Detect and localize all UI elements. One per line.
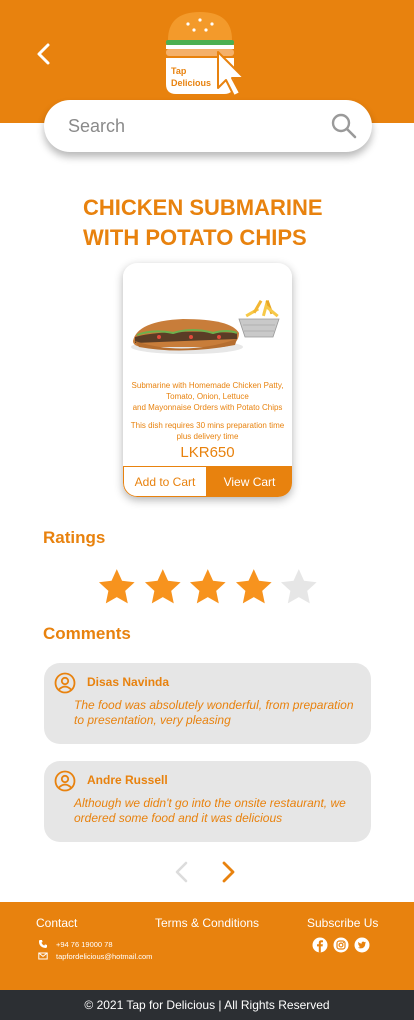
view-cart-button[interactable]: View Cart: [207, 466, 292, 497]
star-empty-icon[interactable]: [279, 567, 319, 607]
comment-text: The food was absolutely wonderful, from …: [74, 698, 354, 727]
product-price: LKR650: [180, 444, 235, 461]
chevron-right-icon[interactable]: [218, 860, 238, 884]
twitter-icon[interactable]: [354, 937, 370, 953]
search-input[interactable]: [68, 100, 318, 152]
comment-text: Although we didn't go into the onsite re…: [74, 796, 346, 825]
star-filled-icon[interactable]: [143, 567, 183, 607]
description-line: and Mayonnaise Orders with Potato Chips: [132, 403, 283, 412]
description-line: Submarine with Homemade Chicken Patty,: [131, 381, 284, 390]
terms-link[interactable]: Terms & Conditions: [155, 916, 259, 930]
comments-heading: Comments: [43, 624, 131, 643]
food-image: [123, 267, 292, 373]
logo-text-line1: Tap: [171, 66, 187, 76]
contact-phone[interactable]: +94 76 19000 78: [56, 940, 113, 949]
description-line: Tomato, Onion, Lettuce: [166, 392, 249, 401]
logo-text-line2: Delicious: [171, 78, 211, 88]
contact-heading: Contact: [36, 916, 78, 930]
comment-card: Disas Navinda The food was absolutely wo…: [44, 663, 371, 744]
phone-icon: [39, 940, 47, 948]
add-to-cart-button[interactable]: Add to Cart: [123, 466, 207, 497]
prep-line: This dish requires 30 mins preparation t…: [130, 421, 285, 430]
comment-author: Disas Navinda: [87, 675, 170, 689]
star-filled-icon[interactable]: [188, 567, 228, 607]
copyright-bar: © 2021 Tap for Delicious | All Rights Re…: [0, 990, 414, 1020]
subscribe-heading: Subscribe Us: [307, 916, 379, 930]
prep-line: plus delivery time: [176, 432, 239, 441]
instagram-icon[interactable]: [333, 937, 349, 953]
back-arrow-icon[interactable]: [32, 40, 56, 68]
contact-phone-row: +94 76 19000 78: [38, 939, 113, 949]
search-bar: [44, 100, 372, 152]
contact-email-row: tapfordelicious@hotmail.com: [38, 951, 152, 961]
contact-email[interactable]: tapfordelicious@hotmail.com: [56, 952, 152, 961]
star-filled-icon[interactable]: [234, 567, 274, 607]
comment-author: Andre Russell: [87, 773, 168, 787]
product-title-line1: CHICKEN SUBMARINE: [83, 195, 323, 220]
rating-stars: [97, 567, 319, 607]
social-links: [312, 937, 370, 953]
product-title: CHICKEN SUBMARINE WITH POTATO CHIPS: [83, 193, 373, 253]
product-description: Submarine with Homemade Chicken Patty, T…: [127, 380, 288, 413]
user-avatar-icon: [54, 770, 76, 792]
comment-card: Andre Russell Although we didn't go into…: [44, 761, 371, 842]
search-icon[interactable]: [330, 112, 358, 140]
product-title-line2: WITH POTATO CHIPS: [83, 225, 307, 250]
facebook-icon[interactable]: [312, 937, 328, 953]
chevron-left-icon[interactable]: [172, 860, 192, 884]
preparation-note: This dish requires 30 mins preparation t…: [127, 420, 288, 442]
copyright-text: © 2021 Tap for Delicious | All Rights Re…: [84, 998, 330, 1012]
ratings-heading: Ratings: [43, 528, 106, 547]
app-logo[interactable]: Tap Delicious: [160, 6, 254, 102]
star-filled-icon[interactable]: [97, 567, 137, 607]
product-card: Submarine with Homemade Chicken Patty, T…: [123, 263, 292, 497]
mail-icon: [38, 952, 48, 960]
user-avatar-icon: [54, 672, 76, 694]
footer: Contact Terms & Conditions Subscribe Us …: [0, 902, 414, 990]
